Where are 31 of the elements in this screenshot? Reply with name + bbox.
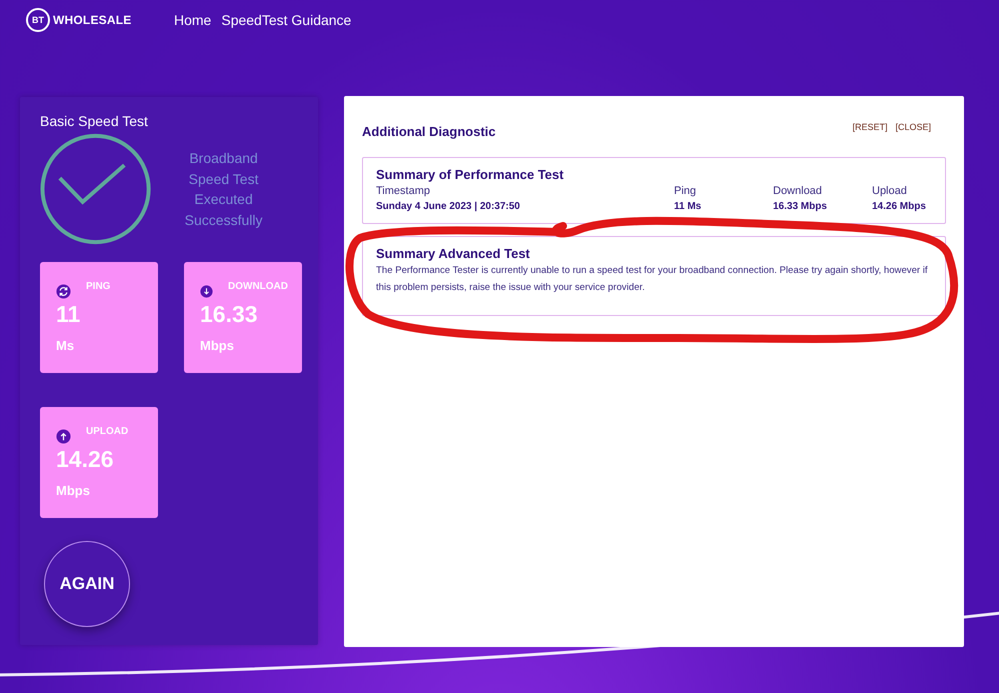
metric-value: 16.33 — [200, 301, 259, 328]
error-message: The Performance Tester is currently unable to run a speed test for your broadband connection. Please try again shortly, however if this problem persists, raise the issue with your service provider. — [376, 264, 929, 295]
logo[interactable]: BT WHOLESALE — [26, 8, 174, 32]
column-header: Ping — [674, 185, 698, 197]
metric-label: UPLOAD — [86, 426, 128, 437]
nav-link[interactable]: Home — [174, 12, 212, 28]
again-button[interactable]: AGAIN — [44, 541, 130, 627]
column-header: Download — [773, 185, 823, 197]
table-cell-text: 14.26 Mbps — [872, 201, 927, 212]
metric-unit: Ms — [56, 338, 76, 353]
panel-title: Basic Speed Test — [40, 113, 149, 129]
table-cell-text: 16.33 Mbps — [773, 201, 828, 212]
metric-unit: Mbps — [200, 338, 235, 353]
action-link[interactable]: [CLOSE] — [895, 122, 931, 132]
table-cell-text: Sunday 4 June 2023 | 20:37:50 — [376, 201, 521, 212]
status-message: Broadband Speed Test Executed Successfully — [184, 149, 264, 230]
metric-value: 11 — [56, 301, 82, 328]
metric-label: DOWNLOAD — [228, 281, 288, 292]
check-circle-icon — [40, 133, 152, 245]
metric-unit: Mbps — [56, 483, 91, 498]
column-header: Timestamp — [376, 185, 431, 197]
action-link[interactable]: [RESET] — [852, 122, 888, 132]
panel-title: Additional Diagnostic — [362, 124, 496, 139]
metric-value: 14.26 — [56, 446, 115, 473]
nav-link[interactable]: SpeedTest Guidance — [221, 12, 352, 28]
card-title: Summary Advanced Test — [376, 246, 531, 261]
refresh-icon — [56, 284, 71, 299]
table-cell-text: 11 Ms — [674, 201, 702, 212]
metric-label: PING — [86, 281, 110, 292]
card-title: Summary of Performance Test — [376, 167, 565, 182]
column-header: Upload — [872, 185, 908, 197]
